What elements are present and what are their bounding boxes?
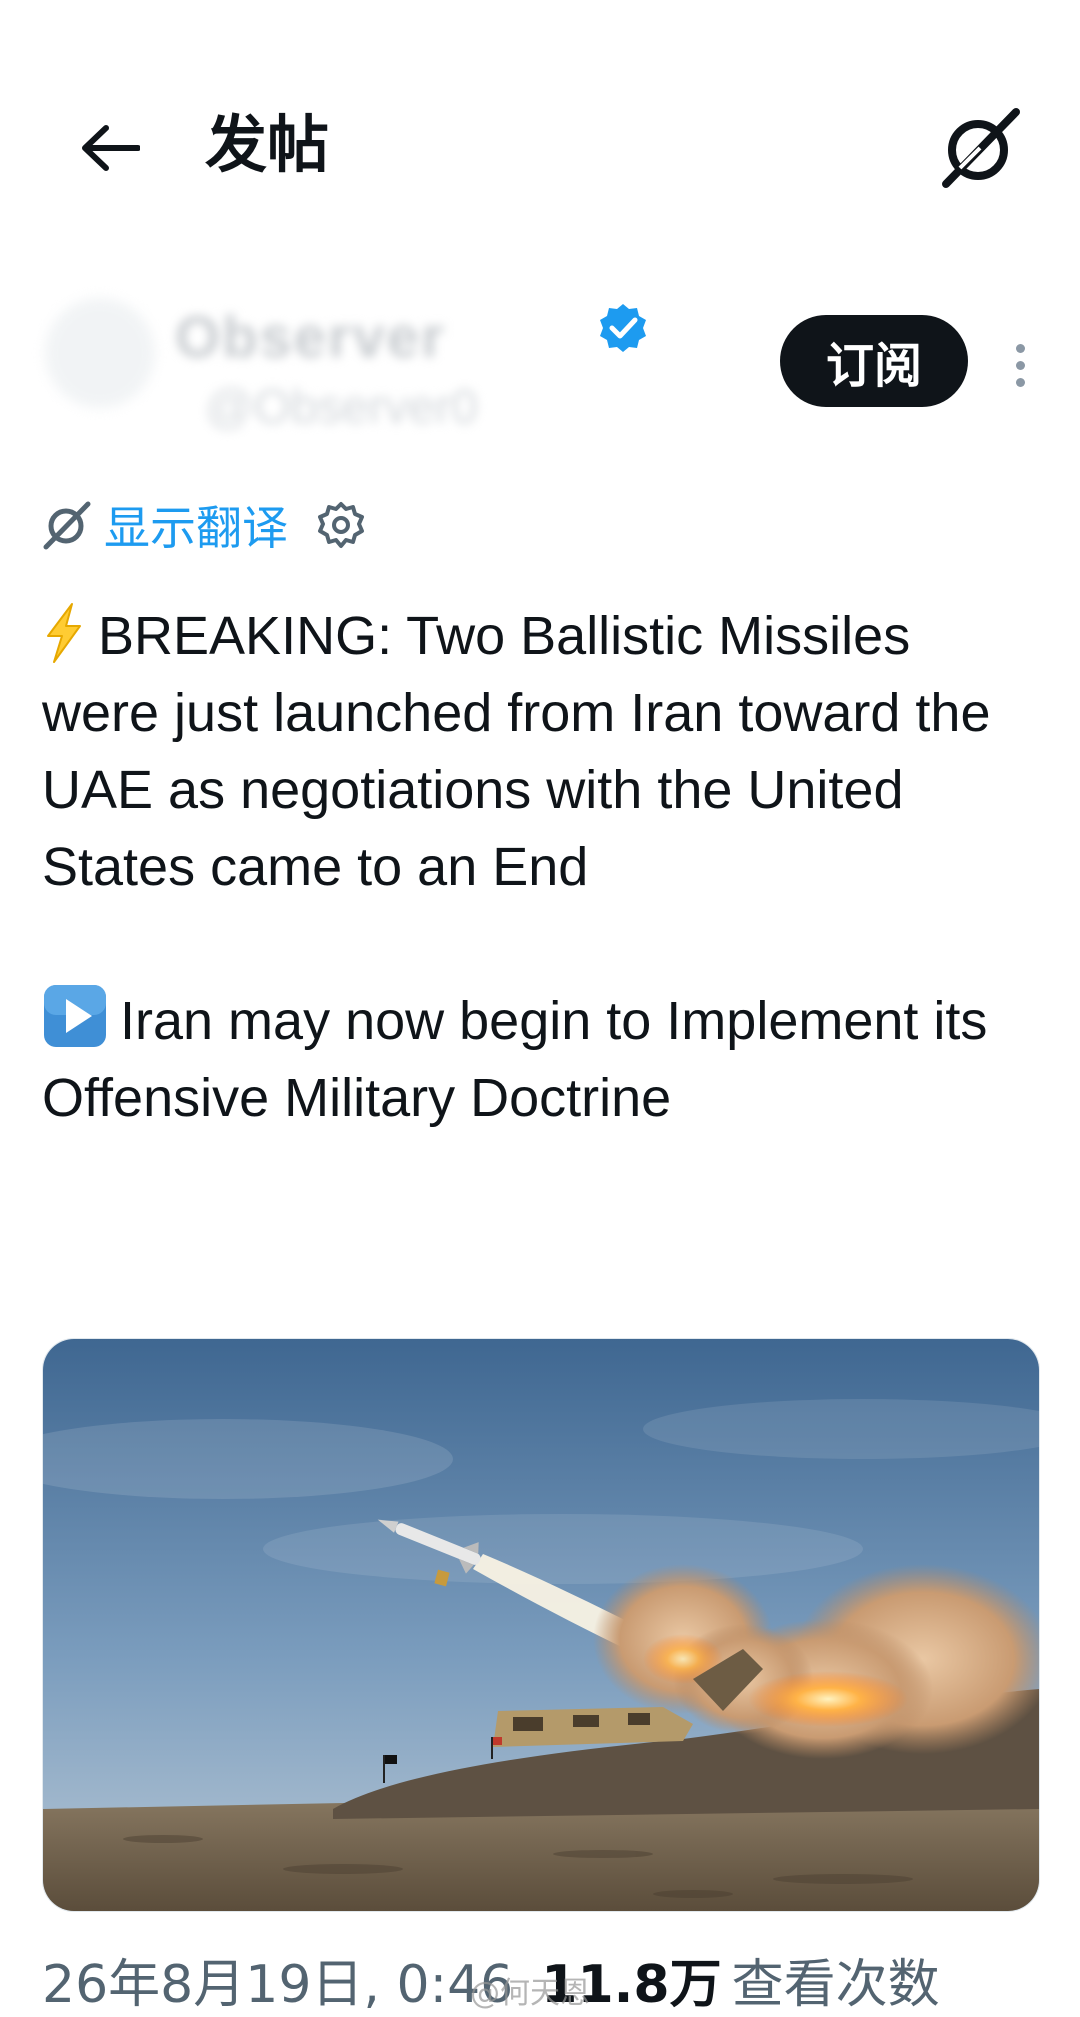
play-button-emoji-icon [44,985,106,1047]
weibo-watermark: @何天恩 [470,1976,590,2011]
author-display-name[interactable]: Observer [175,304,446,370]
post-detail-page: 发帖 Observer @Observer0 订阅 显示翻译 BREAKING:… [0,0,1080,2017]
post-timestamp: 26年8月19日, 0:46 [42,1955,514,2015]
lightning-emoji-icon [47,603,81,663]
grok-icon [942,107,1020,188]
translate-row: 显示翻译 [42,490,366,560]
arrow-left-icon [82,125,140,171]
show-translation-link[interactable]: 显示翻译 [104,492,288,558]
post-text: BREAKING: Two Ballistic Missiles were ju… [42,598,1042,1137]
more-dot-icon [1015,377,1025,387]
post-paragraph: BREAKING: Two Ballistic Missiles were ju… [42,598,1042,906]
top-bar: 发帖 [0,0,1080,290]
more-options-button[interactable] [1000,330,1040,400]
author-handle[interactable]: @Observer0 [205,380,478,434]
more-dot-icon [1015,343,1025,353]
back-button[interactable] [70,108,150,188]
gear-icon[interactable] [316,500,366,550]
missile-launch-photo [43,1339,1039,1911]
verified-badge-icon [600,304,646,352]
grok-button[interactable] [930,100,1030,195]
grok-translate-icon [43,501,91,550]
subscribe-button[interactable]: 订阅 [780,315,968,407]
page-title: 发帖 [205,108,330,181]
author-row: Observer @Observer0 订阅 [45,290,1035,450]
views-label: 查看次数 [731,1955,940,2015]
avatar[interactable] [45,298,155,408]
post-paragraph: Iran may now begin to Implement its Offe… [42,983,1042,1137]
post-paragraph-2-text: Iran may now begin to Implement its Offe… [42,991,988,1128]
post-image[interactable] [42,1338,1040,1912]
post-paragraph-1-text: BREAKING: Two Ballistic Missiles were ju… [42,606,991,897]
more-dot-icon [1015,360,1025,370]
